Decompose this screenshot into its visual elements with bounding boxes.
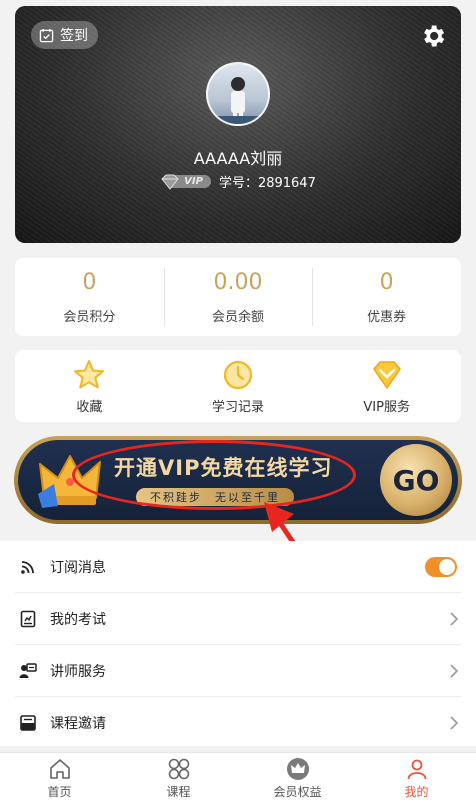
quick-label: 收藏 xyxy=(76,399,103,415)
tab-membership[interactable]: 会员权益 xyxy=(238,753,357,804)
settings-menu: 订阅消息 我的考试 讲师服务 课程邀请 xyxy=(0,541,476,746)
calendar-check-icon xyxy=(39,28,54,42)
invite-icon xyxy=(20,714,36,731)
tab-courses[interactable]: 课程 xyxy=(119,753,238,804)
star-icon xyxy=(74,359,105,388)
chevron-right-icon xyxy=(450,611,459,626)
home-icon xyxy=(49,759,70,779)
courses-icon xyxy=(168,758,189,780)
stat-label: 优惠券 xyxy=(367,309,407,325)
chevron-right-icon xyxy=(450,715,459,730)
stat-label: 会员积分 xyxy=(63,309,116,325)
checkin-label: 签到 xyxy=(60,28,88,44)
avatar[interactable] xyxy=(206,62,270,126)
stat-value: 0.00 xyxy=(213,269,263,295)
quick-label: 学习记录 xyxy=(212,399,265,415)
quick-links: 收藏 学习记录 VIP服务 xyxy=(15,350,461,422)
clock-icon xyxy=(223,360,253,389)
person-icon xyxy=(407,759,426,780)
lecturer-icon xyxy=(19,662,37,678)
stat-value: 0 xyxy=(379,269,394,295)
tab-label: 会员权益 xyxy=(273,785,322,799)
tab-home[interactable]: 首页 xyxy=(0,753,119,804)
vip-diamond-icon xyxy=(372,360,401,389)
username: AAAAA刘丽 xyxy=(193,149,283,168)
vip-badge: VIP xyxy=(160,173,211,191)
vip-diamond-small-icon xyxy=(161,174,179,190)
settings-gear-icon[interactable] xyxy=(419,22,447,50)
tab-label: 首页 xyxy=(47,785,72,799)
checkin-button[interactable]: 签到 xyxy=(31,21,98,49)
profile-card: 签到 AAAAA刘丽 VIP 学号：2891647 xyxy=(15,6,461,243)
stat-label: 会员余额 xyxy=(212,309,265,325)
menu-item-subscribe[interactable]: 订阅消息 xyxy=(15,541,461,592)
quick-vip[interactable]: VIP服务 xyxy=(312,350,461,422)
subscribe-toggle[interactable] xyxy=(425,556,457,577)
stats-panel: 0 会员积分 0.00 会员余额 0 优惠券 xyxy=(15,258,461,336)
tab-label: 课程 xyxy=(166,785,191,799)
menu-label: 讲师服务 xyxy=(50,663,106,680)
quick-history[interactable]: 学习记录 xyxy=(164,350,313,422)
vip-row: VIP 学号：2891647 xyxy=(15,172,461,191)
tab-mine[interactable]: 我的 xyxy=(357,753,476,804)
menu-item-exams[interactable]: 我的考试 xyxy=(15,593,461,644)
crown-icon xyxy=(286,758,309,780)
menu-label: 课程邀请 xyxy=(50,715,106,732)
stat-balance[interactable]: 0.00 会员余额 xyxy=(163,258,313,336)
quick-label: VIP服务 xyxy=(363,399,410,415)
stat-value: 0 xyxy=(82,269,97,295)
stat-coupons[interactable]: 0 优惠券 xyxy=(312,258,461,336)
chevron-right-icon xyxy=(450,663,459,678)
quick-favorites[interactable]: 收藏 xyxy=(15,350,164,422)
member-number: 学号：2891647 xyxy=(218,176,316,191)
menu-item-invite[interactable]: 课程邀请 xyxy=(15,697,461,748)
exam-icon xyxy=(20,610,36,627)
bottom-tab-bar: 首页 课程 会员权益 我的 xyxy=(0,752,476,804)
avatar-person-image xyxy=(208,77,268,124)
stat-points[interactable]: 0 会员积分 xyxy=(15,258,164,336)
menu-label: 我的考试 xyxy=(50,611,106,628)
menu-item-lecturer[interactable]: 讲师服务 xyxy=(15,645,461,696)
menu-label: 订阅消息 xyxy=(50,559,106,576)
tab-label: 我的 xyxy=(404,785,429,799)
rss-icon xyxy=(21,560,34,574)
